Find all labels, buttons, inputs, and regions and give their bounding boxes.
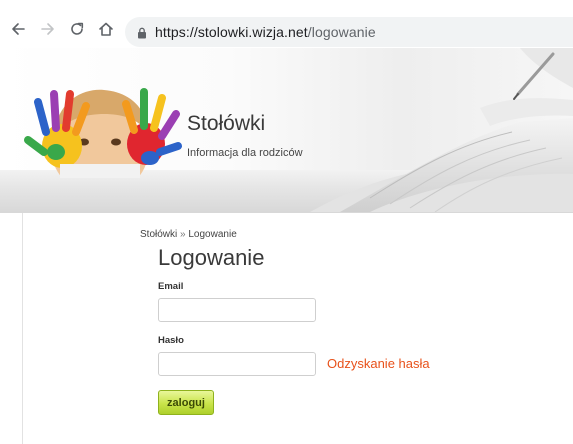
open-book-illustration <box>310 48 573 212</box>
home-icon[interactable] <box>97 20 115 38</box>
password-recovery-link[interactable]: Odzyskanie hasła <box>327 356 430 371</box>
email-field[interactable] <box>158 298 316 322</box>
breadcrumb-separator: » <box>180 229 186 240</box>
site-header-banner: Stołówki Informacja dla rodziców <box>0 48 573 213</box>
breadcrumb-home-link[interactable]: Stołówki <box>140 229 177 240</box>
url-path: /logowanie <box>307 24 376 40</box>
breadcrumb-current: Logowanie <box>188 229 237 240</box>
browser-toolbar: https://stolowki.wizja.net/logowanie <box>0 0 573 48</box>
breadcrumb: Stołówki » Logowanie <box>140 229 237 240</box>
login-button[interactable]: zaloguj <box>158 390 214 415</box>
site-subtitle: Informacja dla rodziców <box>187 147 303 159</box>
address-bar[interactable]: https://stolowki.wizja.net/logowanie <box>125 17 573 47</box>
page-title: Logowanie <box>158 245 265 270</box>
password-label: Hasło <box>158 335 184 346</box>
lock-icon <box>137 26 147 44</box>
back-arrow-icon[interactable] <box>9 20 27 38</box>
child-painted-hands-photo <box>24 88 182 178</box>
url-host: https://stolowki.wizja.net <box>155 24 308 40</box>
url-text: https://stolowki.wizja.net/logowanie <box>155 24 376 40</box>
forward-arrow-icon[interactable] <box>39 20 57 38</box>
site-title: Stołówki <box>187 112 266 135</box>
email-label: Email <box>158 281 184 292</box>
password-field[interactable] <box>158 352 316 376</box>
reload-icon[interactable] <box>68 20 86 38</box>
content-left-border <box>22 213 23 444</box>
